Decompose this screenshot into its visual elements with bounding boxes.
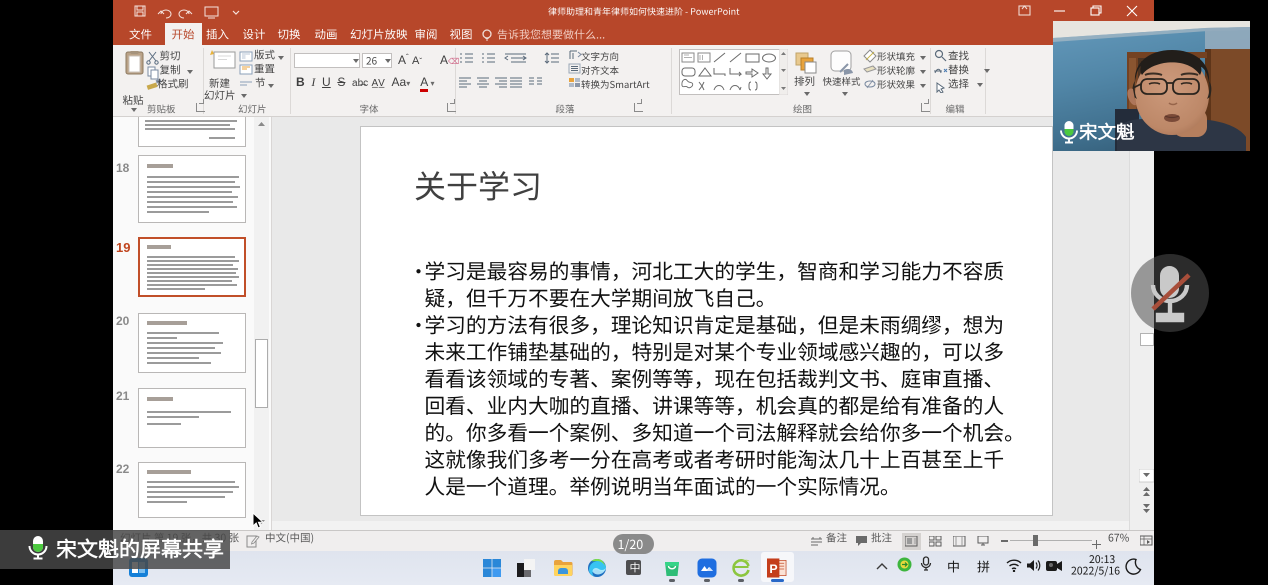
- svg-text:P: P: [769, 562, 777, 576]
